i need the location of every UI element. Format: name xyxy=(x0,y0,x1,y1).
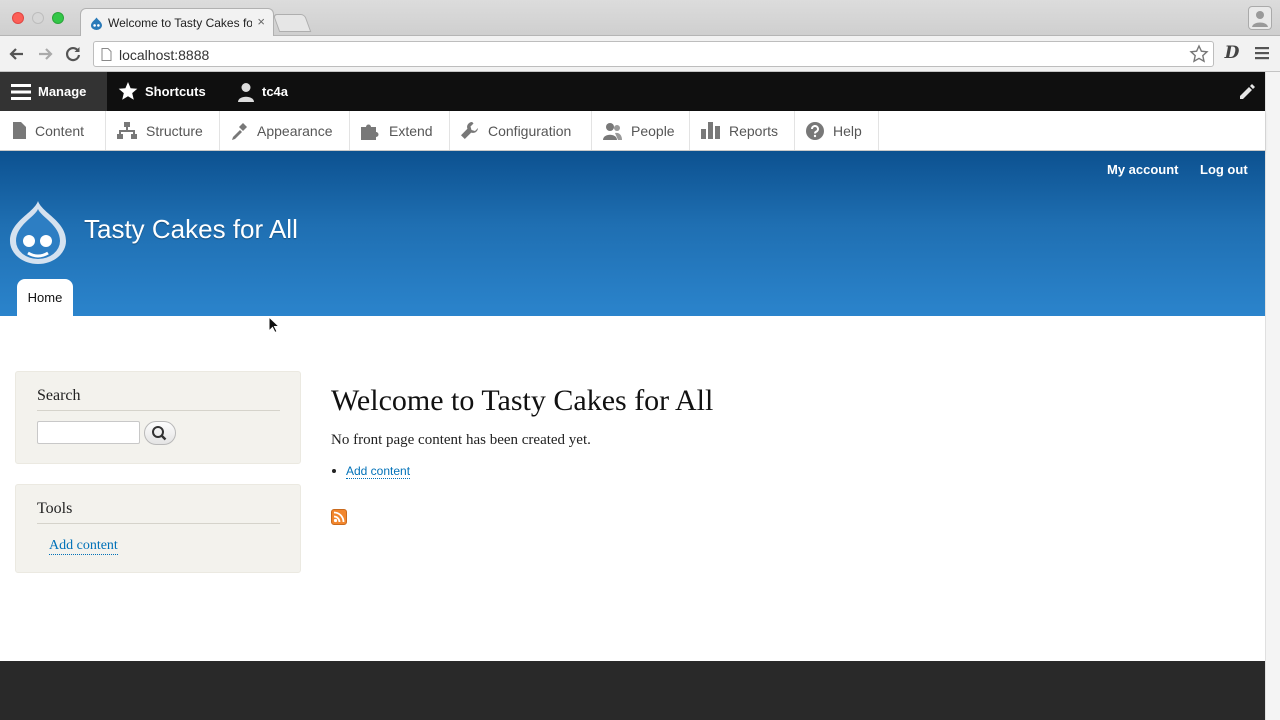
empty-front-page-text: No front page content has been created y… xyxy=(331,432,591,448)
add-content-link[interactable]: Add content xyxy=(346,464,411,479)
bar-chart-icon xyxy=(701,122,720,139)
people-icon xyxy=(603,122,622,140)
page-title: Welcome to Tasty Cakes for All xyxy=(331,384,714,417)
site-name[interactable]: Tasty Cakes for All xyxy=(84,214,298,245)
admin-menu-tray: Content Structure Appearance Extend Conf… xyxy=(0,111,1265,151)
menu-item-label: Structure xyxy=(146,122,203,139)
menu-item-appearance[interactable]: Appearance xyxy=(220,111,350,150)
site-header: My account Log out Tasty Cakes for All H… xyxy=(0,151,1265,316)
list-bullet xyxy=(332,469,336,473)
toolbar-user-label: tc4a xyxy=(262,84,289,99)
toolbar-manage-label: Manage xyxy=(38,84,87,99)
profile-button[interactable] xyxy=(1248,6,1272,30)
hamburger-icon xyxy=(11,83,31,100)
divider xyxy=(37,523,280,524)
reload-icon[interactable] xyxy=(62,43,84,65)
menu-item-label: Reports xyxy=(729,122,779,139)
drupal-favicon-icon xyxy=(91,17,102,30)
new-tab-button[interactable] xyxy=(272,14,312,32)
page-icon xyxy=(101,48,112,61)
tools-block-title: Tools xyxy=(37,500,73,517)
menu-item-label: Extend xyxy=(389,122,433,139)
maximize-window-button[interactable] xyxy=(52,12,64,24)
menu-item-label: Appearance xyxy=(257,122,333,139)
menu-item-configuration[interactable]: Configuration xyxy=(450,111,592,150)
page-scrollbar[interactable] xyxy=(1265,72,1280,720)
drupal-logo-icon[interactable] xyxy=(8,199,68,265)
mouse-cursor-icon xyxy=(268,316,280,334)
person-icon xyxy=(1252,11,1268,27)
bookmark-star-icon[interactable] xyxy=(1189,44,1209,64)
tools-block: Tools Add content xyxy=(15,484,301,573)
help-icon xyxy=(806,121,824,140)
pencil-icon[interactable] xyxy=(1237,82,1257,102)
tab-close-icon[interactable]: × xyxy=(257,14,265,29)
menu-item-content[interactable]: Content xyxy=(0,111,106,150)
menu-item-label: People xyxy=(631,122,675,139)
browser-menu-icon[interactable] xyxy=(1254,45,1270,61)
menu-item-label: Content xyxy=(35,122,85,139)
close-window-button[interactable] xyxy=(12,12,24,24)
paintbrush-icon xyxy=(232,122,247,140)
minimize-window-button[interactable] xyxy=(32,12,44,24)
tab-title: Welcome to Tasty Cakes fo xyxy=(108,16,252,30)
site-footer xyxy=(0,661,1265,720)
browser-tab[interactable]: Welcome to Tasty Cakes fo × xyxy=(80,8,274,37)
star-icon xyxy=(118,82,138,100)
browser-nav-bar: localhost:8888 xyxy=(0,36,1280,72)
my-account-link[interactable]: My account xyxy=(1107,162,1179,177)
search-block-title: Search xyxy=(37,387,81,404)
back-icon[interactable] xyxy=(6,43,28,65)
menu-item-help[interactable]: Help xyxy=(795,111,879,150)
toolbar-shortcuts-label: Shortcuts xyxy=(145,84,206,99)
menu-item-structure[interactable]: Structure xyxy=(106,111,220,150)
toolbar-shortcuts[interactable]: Shortcuts xyxy=(118,72,206,111)
wrench-icon xyxy=(461,122,478,139)
user-icon xyxy=(238,82,254,102)
puzzle-icon xyxy=(361,124,379,140)
log-out-link[interactable]: Log out xyxy=(1200,162,1248,177)
extension-icon[interactable]: D xyxy=(1222,43,1242,65)
menu-item-people[interactable]: People xyxy=(592,111,690,150)
tools-add-content-link[interactable]: Add content xyxy=(49,538,118,555)
search-button[interactable] xyxy=(144,421,176,445)
menu-item-extend[interactable]: Extend xyxy=(350,111,450,150)
rss-feed-icon[interactable] xyxy=(331,509,347,525)
search-input[interactable] xyxy=(37,421,140,444)
menu-item-reports[interactable]: Reports xyxy=(690,111,795,150)
sitemap-icon xyxy=(117,122,137,139)
divider xyxy=(37,410,280,411)
toolbar-user[interactable]: tc4a xyxy=(237,72,288,111)
menu-item-label: Configuration xyxy=(488,122,572,139)
search-icon xyxy=(152,426,167,441)
browser-tab-strip: Welcome to Tasty Cakes fo × xyxy=(0,0,1280,37)
file-icon xyxy=(13,122,26,139)
menu-item-label: Help xyxy=(833,122,862,139)
forward-icon[interactable] xyxy=(34,43,56,65)
admin-toolbar: Manage Shortcuts tc4a xyxy=(0,72,1265,111)
search-block: Search xyxy=(15,371,301,464)
url-text: localhost:8888 xyxy=(119,47,210,63)
address-bar[interactable]: localhost:8888 xyxy=(93,41,1214,67)
tab-home[interactable]: Home xyxy=(17,279,73,316)
toolbar-manage[interactable]: Manage xyxy=(0,72,107,111)
